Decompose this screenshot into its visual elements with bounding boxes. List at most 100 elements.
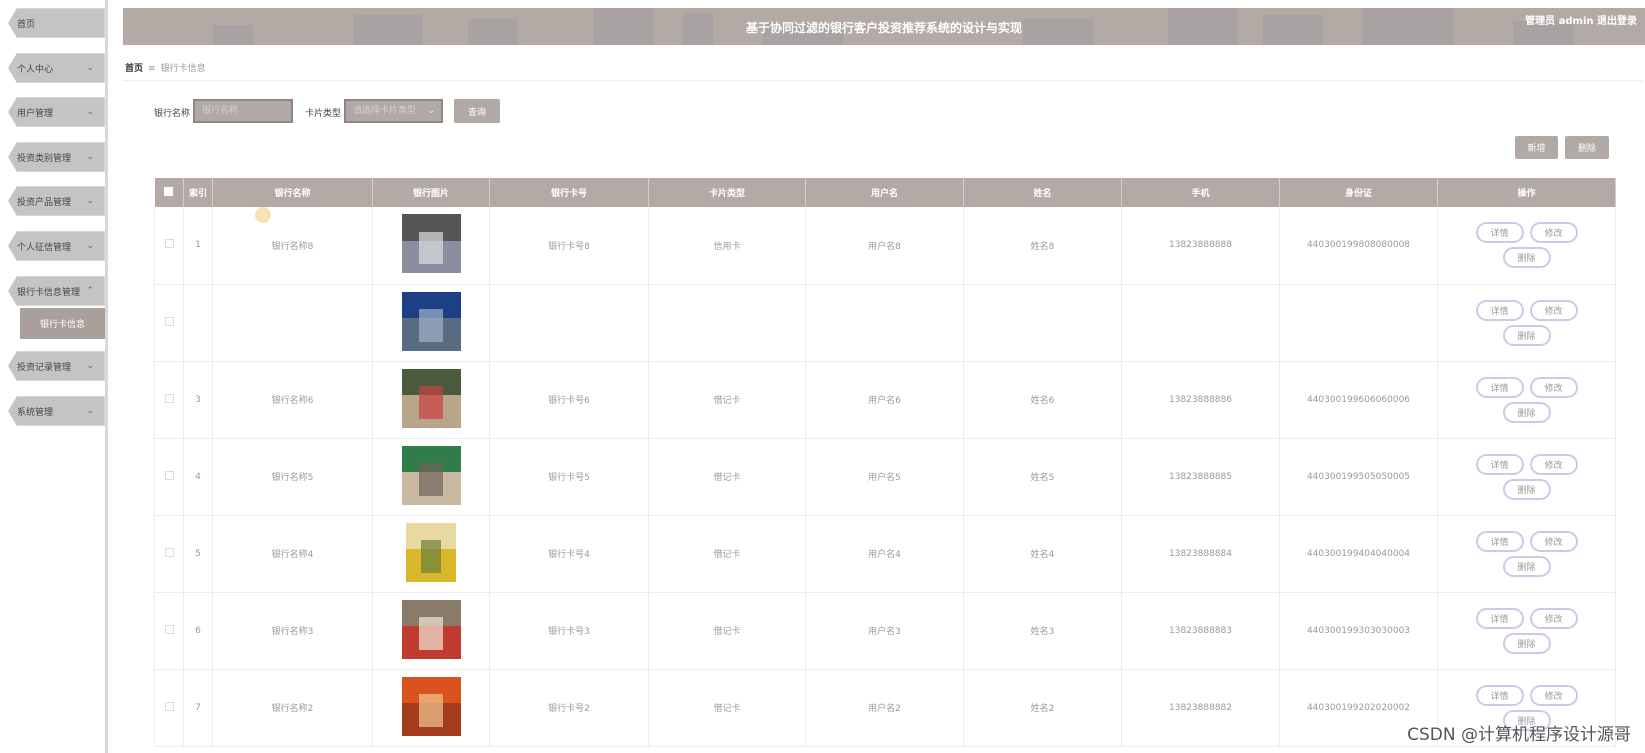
breadcrumb-home[interactable]: 首页: [125, 64, 143, 74]
mouse-cursor: [255, 207, 271, 223]
detail-button[interactable]: 详情: [1475, 376, 1524, 398]
bank-name-label: 银行名称: [154, 109, 191, 119]
row-checkbox[interactable]: [154, 284, 184, 362]
card-type-select[interactable]: 请选择卡片类型 ⌄: [344, 99, 443, 123]
cell-actions: 详情 修改删除: [1437, 515, 1616, 593]
cell-bank-image: [372, 207, 490, 285]
row-checkbox[interactable]: [154, 438, 184, 516]
row-checkbox[interactable]: [154, 361, 184, 439]
sidebar-item-label: 投资类别管理: [17, 153, 72, 164]
row-delete-button[interactable]: 删除: [1502, 632, 1551, 654]
cell-bank-name: 银行名称3: [212, 592, 373, 670]
table-row: 7 银行名称2 银行卡号2 借记卡 用户名2 姓名2 13823888882 4…: [154, 669, 1616, 747]
chevron-up-icon: ⌃: [86, 286, 94, 296]
edit-button[interactable]: 修改: [1529, 530, 1578, 552]
sidebar-item-home[interactable]: 首页: [8, 8, 105, 38]
cell-name: 姓名2: [963, 669, 1122, 747]
sidebar-item-investment-category[interactable]: 投资类别管理 ⌄: [8, 142, 105, 172]
edit-button[interactable]: 修改: [1529, 222, 1578, 244]
cell-bank-image: [372, 361, 490, 439]
admin-logout[interactable]: 管理员 admin 退出登录: [1525, 12, 1637, 27]
col-header: 索引: [183, 178, 213, 207]
row-delete-button[interactable]: 删除: [1502, 247, 1551, 269]
app-title: 基于协同过滤的银行客户投资推荐系统的设计与实现: [745, 21, 1022, 35]
cell-bank-image: [372, 669, 490, 747]
cell-id-card: 440300199606060006: [1279, 361, 1438, 439]
cell-name: 姓名4: [963, 515, 1122, 593]
chevron-down-icon: ⌄: [86, 241, 94, 251]
col-header: 银行卡号: [489, 178, 649, 207]
chevron-down-icon: ⌄: [86, 406, 94, 416]
cell-name: 姓名3: [963, 592, 1122, 670]
cell-card-number: 银行卡号4: [489, 515, 649, 593]
bank-image: [401, 599, 461, 659]
cell-phone: 13823888888: [1121, 207, 1280, 285]
sidebar-subitem-bankcard-info[interactable]: 银行卡信息: [20, 308, 105, 339]
sidebar-item-investment-product[interactable]: 投资产品管理 ⌄: [8, 186, 105, 216]
row-delete-button[interactable]: 删除: [1502, 555, 1551, 577]
cell-card-type: [648, 284, 806, 362]
row-checkbox[interactable]: [154, 515, 184, 593]
col-header: 用户名: [805, 178, 964, 207]
cell-name: [963, 284, 1122, 362]
edit-button[interactable]: 修改: [1529, 684, 1578, 706]
delete-button[interactable]: 删除: [1565, 136, 1609, 159]
bankcard-table: 索引 银行名称 银行图片 银行卡号 卡片类型 用户名 姓名 手机 身份证 操作 …: [154, 178, 1616, 747]
sidebar-item-label: 银行卡信息管理: [17, 287, 81, 298]
sidebar-item-label: 个人中心: [17, 64, 54, 75]
detail-button[interactable]: 详情: [1475, 299, 1524, 321]
row-checkbox[interactable]: [154, 207, 184, 285]
cell-phone: 13823888886: [1121, 361, 1280, 439]
detail-button[interactable]: 详情: [1475, 607, 1524, 629]
cell-card-number: 银行卡号2: [489, 669, 649, 747]
cell-phone: 13823888883: [1121, 592, 1280, 670]
detail-button[interactable]: 详情: [1475, 222, 1524, 244]
edit-button[interactable]: 修改: [1529, 607, 1578, 629]
divider: [123, 80, 1643, 81]
edit-button[interactable]: 修改: [1529, 299, 1578, 321]
cell-card-number: 银行卡号5: [489, 438, 649, 516]
cell-card-number: 银行卡号6: [489, 361, 649, 439]
sidebar-item-user-management[interactable]: 用户管理 ⌄: [8, 97, 105, 127]
cell-username: 用户名5: [805, 438, 964, 516]
cell-bank-name: 银行名称6: [212, 361, 373, 439]
sidebar-item-bankcard[interactable]: 银行卡信息管理 ⌃: [8, 276, 105, 306]
sidebar-item-personal-center[interactable]: 个人中心 ⌄: [8, 53, 105, 83]
table-row: 6 银行名称3 银行卡号3 借记卡 用户名3 姓名3 13823888883 4…: [154, 592, 1616, 670]
card-type-placeholder: 请选择卡片类型: [353, 106, 417, 116]
col-header: 银行图片: [372, 178, 490, 207]
detail-button[interactable]: 详情: [1475, 684, 1524, 706]
query-button[interactable]: 查询: [454, 99, 500, 123]
sidebar-item-system[interactable]: 系统管理 ⌄: [8, 396, 105, 426]
breadcrumb-separator: ≡: [148, 64, 156, 74]
col-header: 身份证: [1279, 178, 1438, 207]
chevron-down-icon: ⌄: [427, 106, 435, 116]
cell-phone: 13823888884: [1121, 515, 1280, 593]
bank-image: [401, 368, 461, 428]
detail-button[interactable]: 详情: [1475, 453, 1524, 475]
row-delete-button[interactable]: 删除: [1502, 478, 1551, 500]
add-button[interactable]: 新增: [1515, 136, 1558, 159]
detail-button[interactable]: 详情: [1475, 530, 1524, 552]
row-checkbox[interactable]: [154, 592, 184, 670]
cell-bank-image: [372, 515, 490, 593]
cell-bank-image: [372, 284, 490, 362]
sidebar-item-label: 个人征信管理: [17, 242, 72, 253]
cell-username: 用户名6: [805, 361, 964, 439]
cell-bank-name: 银行名称8: [212, 207, 373, 285]
cell-index: 4: [183, 438, 213, 516]
row-delete-button[interactable]: 删除: [1502, 401, 1551, 423]
table-row: 5 银行名称4 银行卡号4 借记卡 用户名4 姓名4 13823888884 4…: [154, 515, 1616, 593]
cell-bank-image: [372, 592, 490, 670]
bank-name-input[interactable]: 银行名称: [193, 99, 293, 123]
sidebar-item-investment-record[interactable]: 投资记录管理 ⌄: [8, 351, 105, 381]
select-all-checkbox[interactable]: [154, 178, 184, 207]
bank-image: [401, 445, 461, 505]
sidebar-item-credit[interactable]: 个人征信管理 ⌄: [8, 231, 105, 261]
edit-button[interactable]: 修改: [1529, 453, 1578, 475]
row-checkbox[interactable]: [154, 669, 184, 747]
chevron-down-icon: ⌄: [86, 107, 94, 117]
row-delete-button[interactable]: 删除: [1502, 324, 1551, 346]
edit-button[interactable]: 修改: [1529, 376, 1578, 398]
sidebar-item-label: 投资记录管理: [17, 362, 72, 373]
